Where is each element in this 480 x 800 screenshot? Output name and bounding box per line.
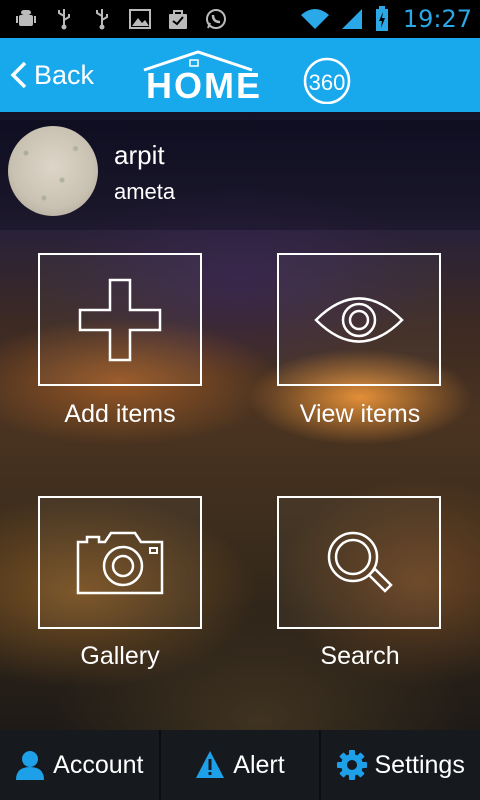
view-items-label: View items xyxy=(299,400,421,428)
tab-settings[interactable]: Settings xyxy=(321,730,480,800)
user-name: arpit ameta xyxy=(114,140,175,205)
user-icon xyxy=(16,751,45,780)
logo-text: HOME xyxy=(146,65,262,104)
app-bar: Back HOME 360 xyxy=(0,38,480,112)
image-icon xyxy=(128,7,152,31)
search-button[interactable] xyxy=(277,496,441,629)
system-status: 19:27 xyxy=(299,0,472,38)
chevron-left-icon xyxy=(10,61,27,89)
status-bar: 19:27 xyxy=(0,0,480,38)
search-label: Search xyxy=(320,642,400,670)
back-label: Back xyxy=(34,59,95,90)
tab-alert-label: Alert xyxy=(233,750,285,779)
shopping-bag-icon xyxy=(166,7,190,31)
notification-icons xyxy=(0,0,228,38)
avatar[interactable] xyxy=(8,126,98,216)
tab-settings-label: Settings xyxy=(374,750,465,779)
camera-icon xyxy=(76,531,164,594)
android-debug-icon xyxy=(14,7,38,31)
bottom-tab-bar: Account Alert Settings xyxy=(0,730,480,800)
signal-icon xyxy=(339,7,365,31)
plus-icon xyxy=(78,278,162,361)
tab-alert[interactable]: Alert xyxy=(161,730,322,800)
gear-icon xyxy=(336,750,367,780)
gallery-button[interactable] xyxy=(38,496,202,629)
tab-account[interactable]: Account xyxy=(0,730,161,800)
battery-charging-icon xyxy=(373,6,391,31)
tab-account-label: Account xyxy=(53,750,144,779)
home360-logo: HOME 360 xyxy=(143,50,351,104)
usb-icon xyxy=(90,7,114,31)
wifi-icon xyxy=(299,7,331,31)
add-items-label: Add items xyxy=(64,400,176,428)
last-name: ameta xyxy=(114,179,176,204)
warning-icon xyxy=(196,751,225,778)
logo-number: 360 xyxy=(309,70,346,95)
eye-icon xyxy=(314,296,404,343)
profile-header: arpit ameta xyxy=(0,120,480,230)
usb-icon xyxy=(52,7,76,31)
search-icon xyxy=(327,531,393,593)
first-name: arpit xyxy=(114,140,165,170)
add-items-button[interactable] xyxy=(38,253,202,386)
clock: 19:27 xyxy=(402,5,472,33)
view-items-button[interactable] xyxy=(277,253,441,386)
whatsapp-icon xyxy=(204,7,228,31)
back-button[interactable]: Back xyxy=(0,38,94,112)
gallery-label: Gallery xyxy=(80,642,160,670)
